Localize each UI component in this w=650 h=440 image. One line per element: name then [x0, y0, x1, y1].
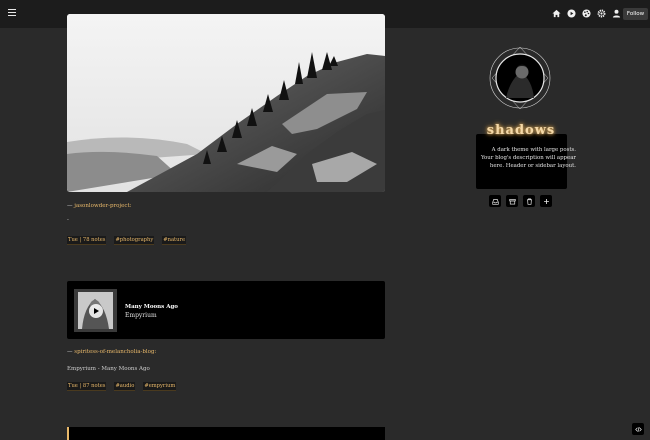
reblog-credit: — jasonlowder-project: [67, 203, 132, 209]
play-icon[interactable] [567, 9, 576, 18]
credit-dash: — [67, 349, 73, 355]
post-body: - [67, 217, 69, 223]
tag-link[interactable]: #audio [114, 382, 136, 391]
mountain-photo [67, 14, 385, 192]
tag-link[interactable]: #empyrium [143, 382, 177, 391]
avatar[interactable] [488, 46, 552, 110]
blog-title[interactable]: shadows [474, 123, 568, 138]
tag-link[interactable]: #photography [114, 236, 155, 245]
credit-blog-link[interactable]: spiritess-of-melancholia-blog: [74, 349, 156, 355]
blog-description: A dark theme with large posts. Your blog… [480, 147, 576, 169]
post-meta: Tue | 87 notes #audio #empyrium [67, 382, 177, 391]
reblog-credit: — spiritess-of-melancholia-blog: [67, 349, 156, 355]
top-icons [552, 9, 621, 18]
track-title: Many Moons Ago [125, 304, 178, 310]
archive-button[interactable] [506, 195, 518, 207]
post-date-notes[interactable]: Tue | 78 notes [67, 236, 107, 245]
post-photo[interactable] [67, 14, 385, 192]
post-meta: Tue | 78 notes #photography #nature [67, 236, 187, 245]
add-button[interactable] [540, 195, 552, 207]
play-button[interactable] [89, 304, 103, 318]
trash-button[interactable] [523, 195, 535, 207]
follow-button[interactable]: Follow [623, 8, 648, 20]
avatar-frame-icon [489, 46, 551, 110]
palette-icon[interactable] [582, 9, 591, 18]
track-artist: Empyrium [125, 312, 157, 319]
post-stub [67, 427, 385, 440]
post-body: Empyrium - Many Moons Ago [67, 366, 150, 372]
post-date-notes[interactable]: Tue | 87 notes [67, 382, 107, 391]
archive-icon [508, 198, 516, 204]
credit-dash: — [67, 203, 73, 209]
code-button[interactable] [632, 423, 644, 435]
audio-player[interactable]: Many Moons Ago Empyrium [67, 281, 385, 339]
trash-icon [526, 197, 532, 205]
home-icon[interactable] [552, 9, 561, 18]
tag-link[interactable]: #nature [162, 236, 187, 245]
sidebar-buttons [489, 195, 552, 207]
code-icon [634, 426, 642, 432]
album-art [74, 289, 117, 332]
menu-icon[interactable] [8, 9, 16, 16]
user-icon[interactable] [612, 9, 621, 18]
gear-icon[interactable] [597, 9, 606, 18]
inbox-icon [491, 198, 499, 205]
inbox-button[interactable] [489, 195, 501, 207]
plus-icon [543, 198, 549, 204]
credit-blog-link[interactable]: jasonlowder-project: [74, 203, 131, 209]
